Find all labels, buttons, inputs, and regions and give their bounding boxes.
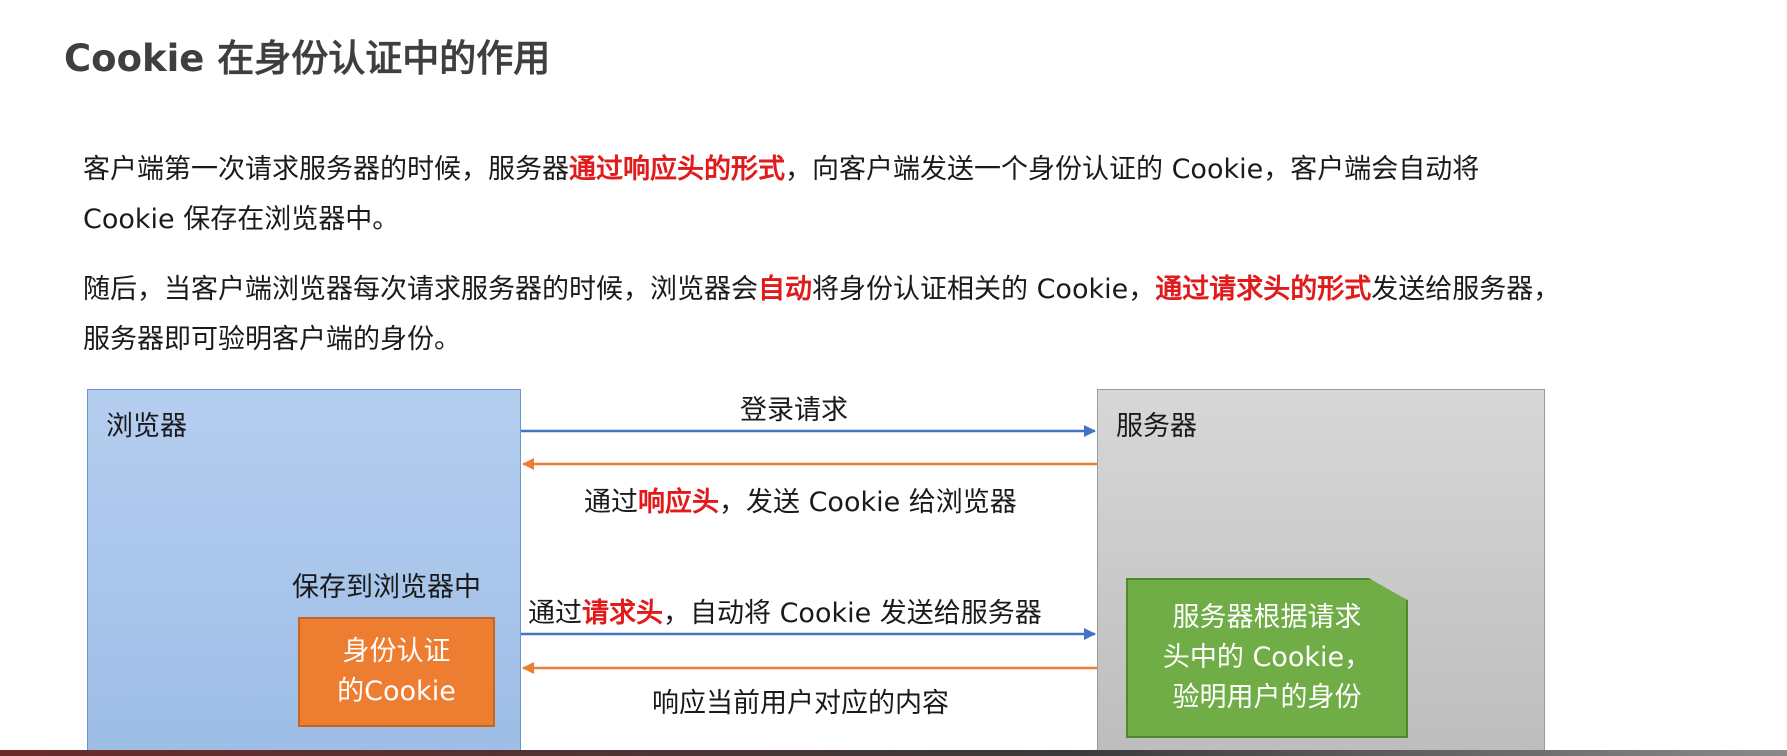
response-content-label: 响应当前用户对应的内容 — [652, 688, 949, 719]
login-request-label: 登录请求 — [740, 395, 848, 426]
request-cookie-label: 通过请求头，自动将 Cookie 发送给服务器 — [528, 591, 1042, 630]
bottom-bar — [0, 750, 1787, 756]
request-cookie-suffix: ，自动将 Cookie 发送给服务器 — [663, 598, 1042, 629]
response-cookie-prefix: 通过 — [584, 487, 638, 518]
response-cookie-suffix: ，发送 Cookie 给浏览器 — [719, 487, 1017, 518]
request-header-highlight: 请求头 — [582, 598, 663, 629]
response-cookie-label: 通过响应头，发送 Cookie 给浏览器 — [584, 480, 1017, 519]
request-cookie-prefix: 通过 — [528, 598, 582, 629]
response-header-highlight: 响应头 — [638, 487, 719, 518]
arrows-layer — [521, 425, 1097, 674]
